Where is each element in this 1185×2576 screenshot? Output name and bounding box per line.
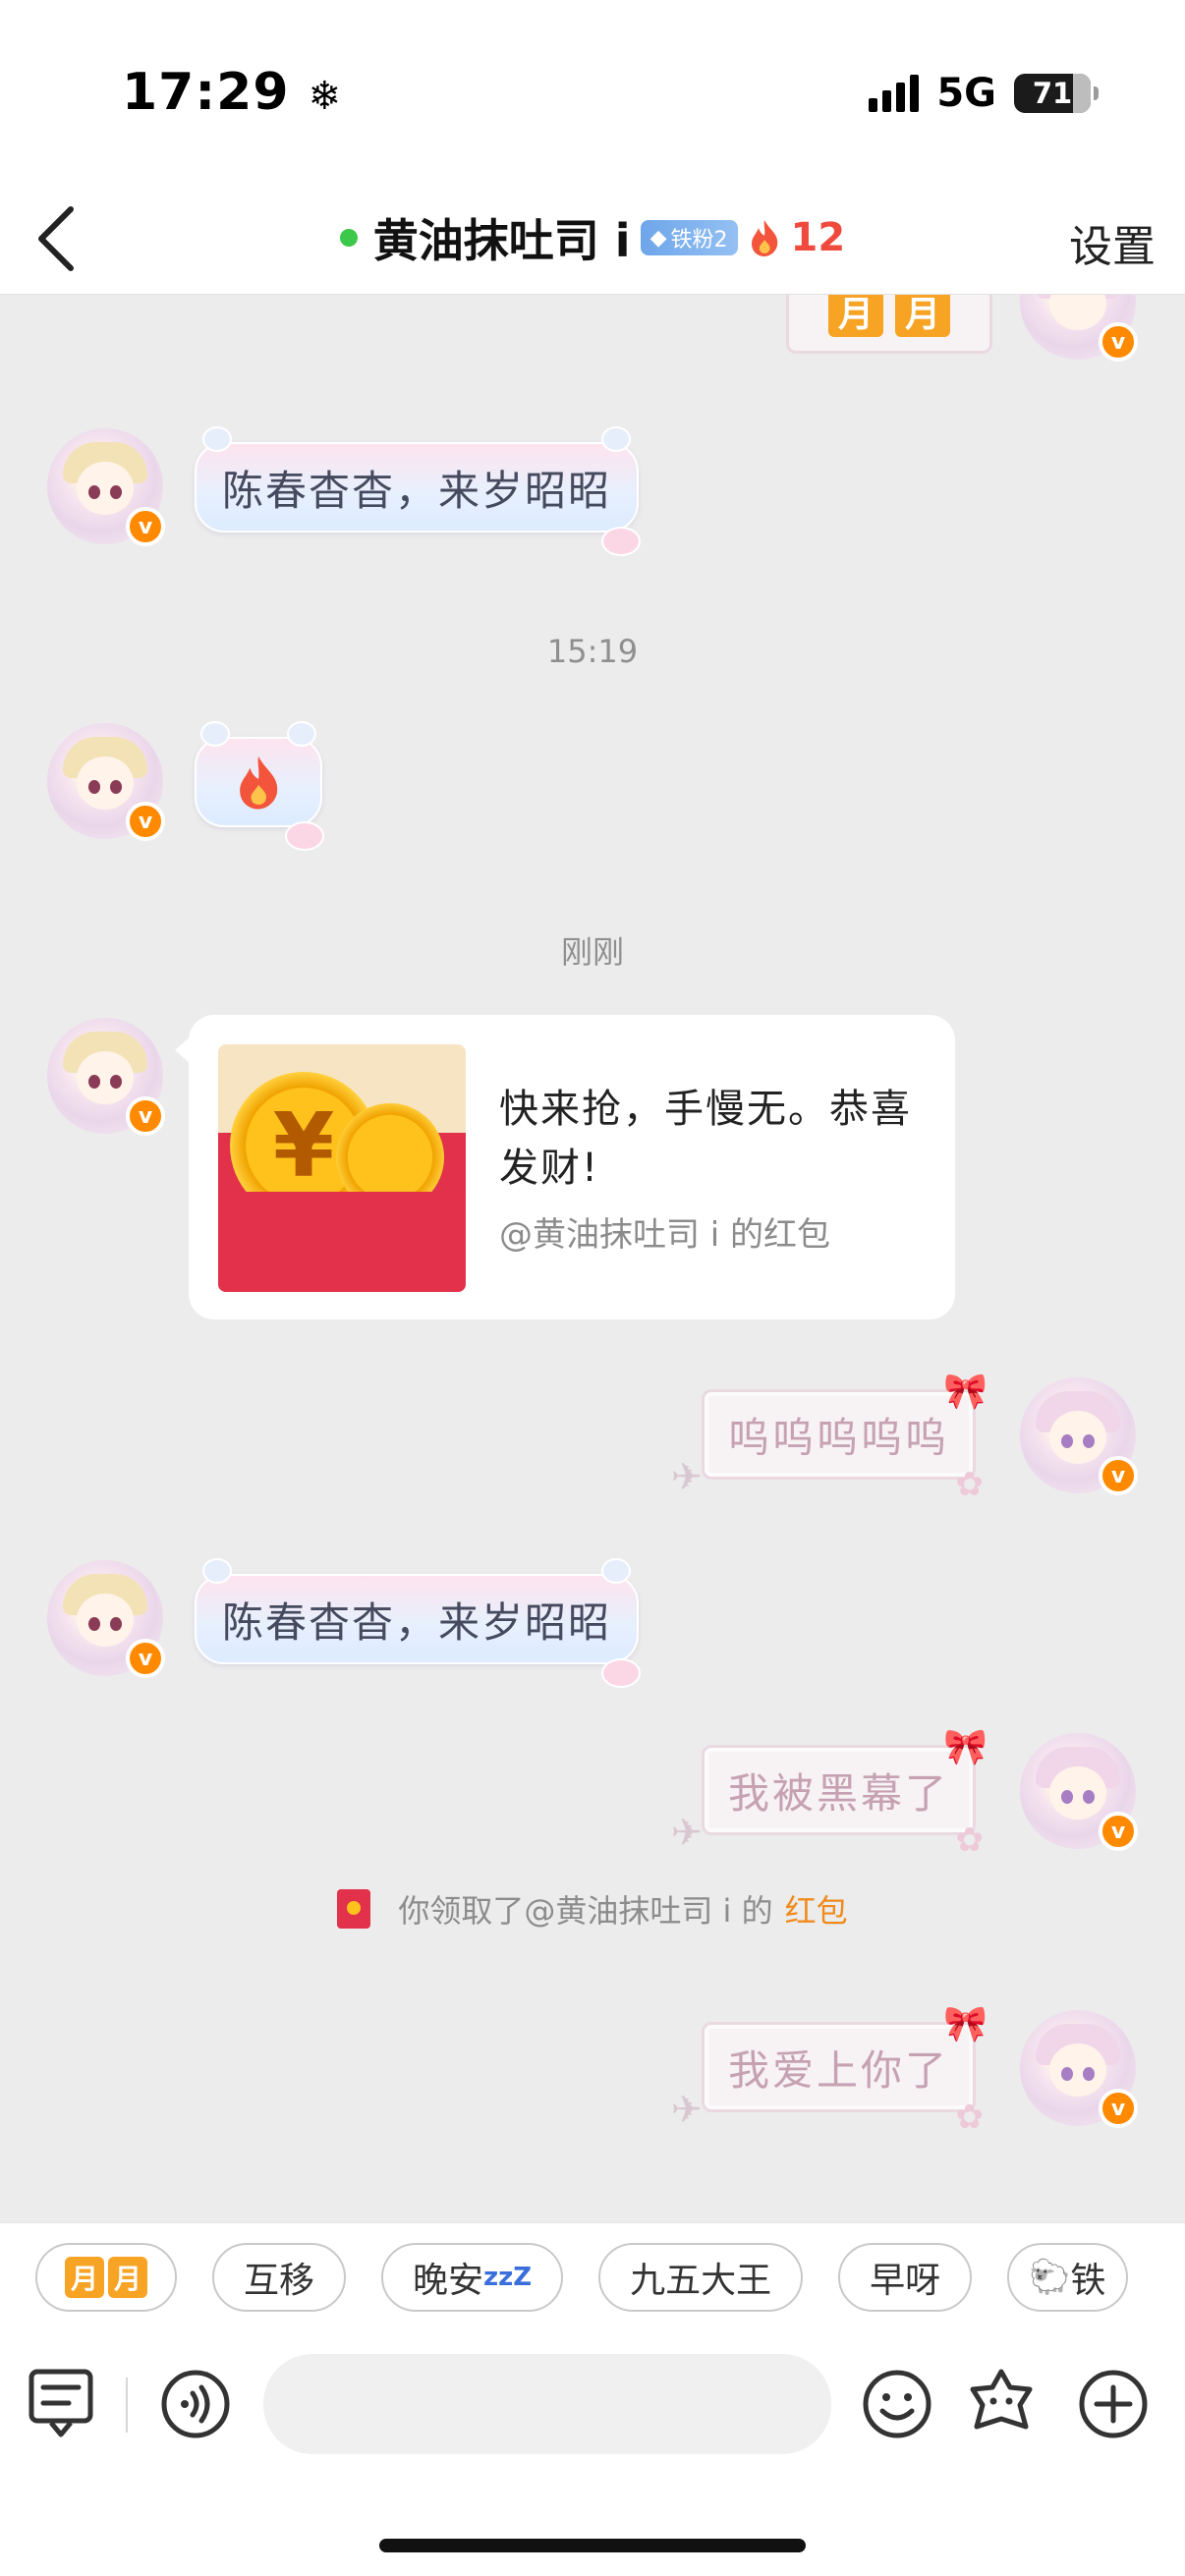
message-text: 我被黑幕了 <box>728 1768 950 1818</box>
status-time: 17:29 ❄ <box>122 63 343 122</box>
fan-badge-label: 铁粉2 <box>670 228 728 252</box>
message-bubble-received[interactable]: 陈春杳杳，来岁昭昭 <box>195 426 642 556</box>
verified-badge: v <box>126 507 165 546</box>
timestamp: 刚刚 <box>560 933 624 971</box>
chat-title-group[interactable]: 黄油抹吐司 i ◆ 铁粉2 12 <box>0 205 1185 270</box>
status-indicators: 5G 71 <box>869 71 1099 116</box>
notice-text: 你领取了@黄油抹吐司 i 的 <box>398 1892 773 1930</box>
snowflake-icon: ❄ <box>308 74 343 119</box>
chip-label: 九五大王 <box>630 2260 772 2301</box>
red-packet-title: 快来抢，手慢无。恭喜发财! <box>499 1087 912 1191</box>
notice-link[interactable]: 红包 <box>785 1886 848 1932</box>
fan-badge: ◆ 铁粉2 <box>640 220 738 255</box>
divider <box>126 2378 128 2433</box>
message-text: 我爱上你了 <box>728 2045 950 2095</box>
message-text: 陈春杳杳，来岁昭昭 <box>222 466 612 515</box>
moon-emoji: 月 <box>828 295 883 337</box>
settings-button[interactable]: 设置 <box>1069 211 1156 274</box>
chat-title: 黄油抹吐司 i <box>372 214 631 267</box>
online-status-dot <box>339 229 358 247</box>
chat-area[interactable]: 月 月 v v 陈春杳杳，来岁昭昭 15:19 v 刚刚 v ¥ 快来抢，手慢无… <box>0 295 1185 2222</box>
network-label: 5G <box>936 71 996 116</box>
verified-badge: v <box>126 1096 165 1136</box>
avatar-other[interactable]: v <box>47 1560 165 1678</box>
paper-crane-decoration: ✈ <box>671 1455 705 1498</box>
flower-decoration: ✿ <box>955 1465 988 1504</box>
battery-level: 71 <box>1032 77 1073 110</box>
chip-moon[interactable]: 月月 <box>35 2242 177 2312</box>
bow-decoration: 🎀 <box>943 1727 991 1767</box>
fire-icon <box>751 220 777 256</box>
verified-badge: v <box>1099 2089 1138 2128</box>
verified-badge: v <box>126 1639 165 1678</box>
message-bubble-sent[interactable]: 我被黑幕了 🎀 ✿ ✈ <box>671 1727 988 1860</box>
add-icon[interactable] <box>1075 2366 1152 2442</box>
moon-emoji: 月 <box>895 295 950 337</box>
verified-badge: v <box>1099 322 1138 362</box>
verified-badge: v <box>126 802 165 841</box>
sticker-icon[interactable] <box>963 2366 1040 2442</box>
avatar-self[interactable]: v <box>1020 1733 1138 1851</box>
fire-emoji-icon <box>240 756 278 810</box>
status-bar: 17:29 ❄ 5G 71 <box>0 0 1185 182</box>
red-packet-icon: ¥ <box>218 1044 466 1292</box>
avatar-self[interactable]: v <box>1020 295 1138 362</box>
red-packet-sender: @黄油抹吐司 i 的红包 <box>499 1215 831 1255</box>
chip-label: 早呀 <box>870 2260 941 2301</box>
home-indicator[interactable] <box>379 2539 806 2552</box>
message-bubble-sent[interactable]: 呜呜呜呜呜 🎀 ✿ ✈ <box>671 1372 988 1504</box>
red-packet-card[interactable]: ¥ 快来抢，手慢无。恭喜发财! @黄油抹吐司 i 的红包 <box>175 1015 955 1319</box>
avatar-other[interactable]: v <box>47 428 165 546</box>
message-text: 呜呜呜呜呜 <box>728 1413 950 1462</box>
flower-decoration: ✿ <box>955 2098 988 2137</box>
verified-badge: v <box>1099 1456 1138 1495</box>
paper-crane-decoration: ✈ <box>671 1811 705 1854</box>
message-bubble-received[interactable]: 陈春杳杳，来岁昭昭 <box>195 1558 642 1688</box>
system-notice: 你领取了@黄油抹吐司 i 的红包 <box>0 1886 1185 1932</box>
chip-goodnight[interactable]: 晚安 zzZ <box>381 2242 564 2312</box>
sleep-zzz-icon: zzZ <box>483 2262 533 2292</box>
avatar-other[interactable]: v <box>47 1018 165 1136</box>
chip-label: 晚安 <box>413 2260 484 2301</box>
moon-emoji: 月 <box>108 2256 147 2298</box>
chip-jiuwu[interactable]: 九五大王 <box>598 2242 804 2312</box>
menu-list-icon[interactable] <box>26 2366 102 2442</box>
avatar-other[interactable]: v <box>47 723 165 841</box>
bow-decoration: 🎀 <box>943 2004 991 2044</box>
chip-label: 铁 <box>1070 2260 1106 2301</box>
paper-crane-decoration: ✈ <box>671 2088 705 2131</box>
message-bubble-sent[interactable]: 月 月 <box>786 295 992 354</box>
flower-decoration: ✿ <box>955 1820 988 1860</box>
timestamp: 15:19 <box>546 633 639 670</box>
battery-icon: 71 <box>1014 74 1099 113</box>
verified-badge: v <box>1099 1812 1138 1851</box>
emoji-icon[interactable] <box>859 2366 935 2442</box>
avatar-self[interactable]: v <box>1020 2010 1138 2128</box>
message-bubble-sent[interactable]: 我爱上你了 🎀 ✿ ✈ <box>671 2004 988 2137</box>
chip-tie[interactable]: 🐑 铁 <box>1007 2242 1128 2312</box>
message-bubble-received[interactable] <box>195 721 324 851</box>
sheep-emoji-icon: 🐑 <box>1029 2257 1071 2297</box>
diamond-icon: ◆ <box>649 225 667 251</box>
chip-label: 互移 <box>244 2260 315 2301</box>
chip-huyi[interactable]: 互移 <box>212 2242 347 2312</box>
fire-count: 12 <box>790 215 846 260</box>
message-input[interactable] <box>263 2354 831 2454</box>
message-text: 陈春杳杳，来岁昭昭 <box>222 1597 612 1647</box>
quick-reply-bar: 月月 互移 晚安 zzZ 九五大王 早呀 🐑 铁 <box>0 2222 1185 2330</box>
moon-emoji: 月 <box>65 2256 104 2298</box>
signal-icon <box>869 75 920 112</box>
red-packet-mini-icon <box>337 1889 371 1929</box>
bow-decoration: 🎀 <box>943 1372 991 1412</box>
voice-icon[interactable] <box>157 2366 234 2442</box>
chip-morning[interactable]: 早呀 <box>838 2242 973 2312</box>
nav-bar: 黄油抹吐司 i ◆ 铁粉2 12 设置 <box>0 182 1185 295</box>
avatar-self[interactable]: v <box>1020 1377 1138 1495</box>
